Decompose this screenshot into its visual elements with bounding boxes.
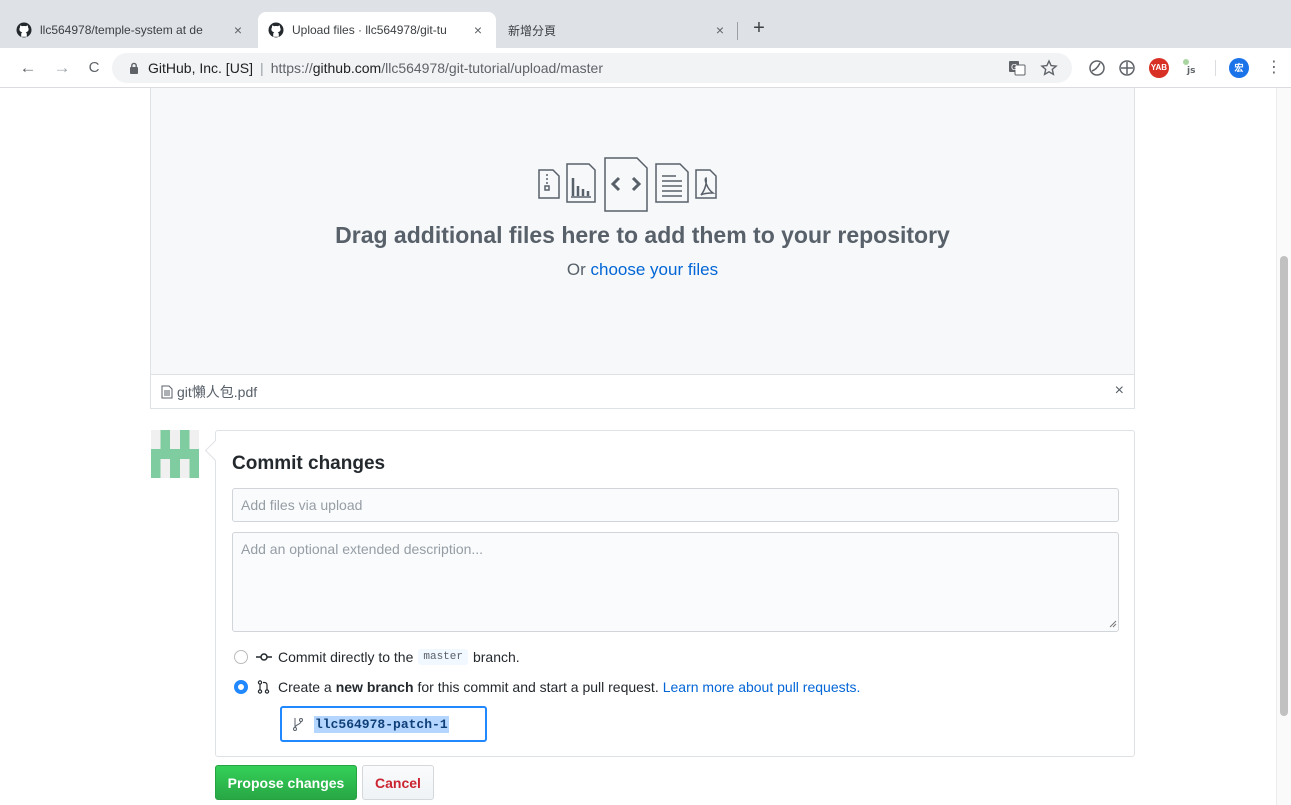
learn-more-pull-requests-link[interactable]: Learn more about pull requests. [663, 679, 861, 695]
new-branch-prefix: Create a [278, 679, 332, 695]
tab-close-icon[interactable]: × [470, 22, 486, 38]
git-branch-icon [293, 718, 303, 731]
extension-icon[interactable] [1117, 58, 1137, 78]
zip-file-icon [538, 169, 560, 199]
branch-name-input[interactable]: llc564978-patch-1 [280, 706, 487, 742]
star-icon[interactable] [1040, 59, 1058, 77]
dropzone-title: Drag additional files here to add them t… [335, 222, 950, 248]
resize-handle-icon[interactable] [1109, 620, 1117, 628]
code-file-icon [604, 157, 648, 212]
new-branch-option[interactable]: Create a new branch for this commit and … [234, 679, 860, 695]
browser-toolbar: ← → C GitHub, Inc. [US] | https://github… [0, 48, 1291, 88]
profile-avatar[interactable]: 宏 [1229, 58, 1249, 78]
branch-name-code: master [418, 649, 468, 665]
tab-close-icon[interactable]: × [230, 22, 246, 38]
commit-form: Commit changes Commit directly to the ma… [215, 430, 1135, 757]
page-content: Drag additional files here to add them t… [0, 88, 1291, 805]
svg-text:G: G [1011, 63, 1017, 72]
tab-title: 新增分頁 [508, 23, 557, 38]
commit-direct-option[interactable]: Commit directly to the master branch. [234, 649, 520, 665]
forward-button[interactable]: → [50, 56, 74, 80]
site-identity: GitHub, Inc. [US] [148, 60, 254, 76]
new-branch-suffix: for this commit and start a pull request… [417, 679, 659, 695]
uploaded-file-row: git懶人包.pdf × [150, 375, 1135, 409]
github-icon [268, 22, 284, 38]
file-icon [161, 385, 173, 398]
dropzone-subtitle: Or choose your files [151, 260, 1134, 280]
address-separator: | [260, 60, 264, 76]
page-scrollbar[interactable] [1276, 88, 1291, 805]
address-bar[interactable]: GitHub, Inc. [US] | https://github.com/l… [112, 53, 1072, 83]
reload-button[interactable]: C [82, 56, 106, 80]
or-text: Or [566, 260, 586, 279]
file-types-illustration [538, 157, 717, 212]
user-avatar [151, 430, 199, 478]
upload-dropzone[interactable]: Drag additional files here to add them t… [150, 88, 1135, 375]
url-host: github.com [312, 60, 382, 76]
branch-name-value: llc564978-patch-1 [314, 715, 449, 733]
commit-summary-input[interactable] [232, 488, 1119, 522]
scrollbar-thumb[interactable] [1280, 256, 1288, 716]
git-pull-request-icon [257, 680, 270, 694]
translate-icon[interactable]: G [1008, 60, 1026, 76]
browser-tab-strip: llc564978/temple-system at de × Upload f… [0, 0, 1291, 48]
url-scheme: https:// [270, 60, 313, 76]
commit-direct-radio[interactable] [234, 650, 248, 664]
chart-file-icon [566, 163, 596, 203]
github-icon [16, 22, 32, 38]
toolbar-divider [1215, 60, 1216, 76]
extension-icon[interactable] [1087, 58, 1107, 78]
new-branch-bold: new branch [335, 679, 414, 695]
propose-changes-button[interactable]: Propose changes [215, 765, 357, 800]
yab-extension-icon[interactable]: YAB [1149, 58, 1169, 78]
lock-icon [130, 62, 138, 74]
choose-files-link[interactable]: choose your files [591, 260, 719, 279]
tab-divider [737, 22, 738, 40]
browser-tab[interactable]: 新增分頁 × [498, 12, 738, 48]
back-button[interactable]: ← [16, 56, 40, 80]
new-branch-radio[interactable] [234, 680, 248, 694]
svg-text:js: js [1186, 66, 1195, 76]
git-commit-icon [256, 653, 272, 661]
cancel-button[interactable]: Cancel [362, 765, 434, 800]
js-extension-icon[interactable]: js [1180, 56, 1202, 78]
commit-direct-label: Commit directly to the [278, 649, 414, 665]
commit-direct-suffix: branch. [472, 649, 520, 665]
remove-file-icon[interactable]: × [1115, 382, 1124, 400]
browser-tab[interactable]: llc564978/temple-system at de × [6, 12, 256, 48]
tab-close-icon[interactable]: × [712, 22, 728, 38]
browser-tab-active[interactable]: Upload files · llc564978/git-tu × [258, 12, 496, 48]
text-file-icon [655, 163, 689, 203]
commit-description-input[interactable] [232, 532, 1119, 632]
tab-title: llc564978/temple-system at de [40, 23, 203, 37]
pdf-file-icon [695, 169, 717, 199]
browser-menu-icon[interactable]: ⋮ [1262, 56, 1286, 80]
new-tab-button[interactable]: + [748, 18, 770, 40]
tab-title: Upload files · llc564978/git-tu [292, 23, 447, 37]
url-path: /llc564978/git-tutorial/upload/master [381, 60, 603, 76]
uploaded-file-name: git懶人包.pdf [177, 383, 258, 400]
commit-title: Commit changes [232, 453, 386, 474]
